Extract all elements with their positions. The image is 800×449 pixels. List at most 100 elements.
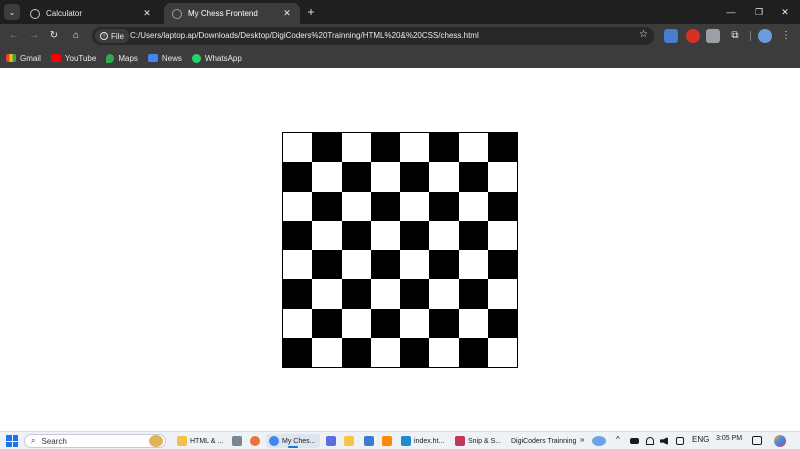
chess-square: [283, 220, 313, 250]
chess-square: [429, 162, 459, 192]
taskbar-clock[interactable]: 3:05 PM: [716, 435, 742, 442]
back-button[interactable]: ←: [6, 28, 22, 44]
weather-icon[interactable]: [592, 436, 606, 446]
chess-square: [283, 133, 313, 163]
copilot-icon[interactable]: [774, 435, 786, 447]
taskbar-item-snipping-tool[interactable]: Snip & S...: [452, 434, 504, 448]
chess-square: [341, 191, 371, 221]
close-tab-icon[interactable]: ✕: [282, 8, 292, 19]
app-icon[interactable]: [344, 436, 354, 446]
chess-square: [429, 279, 459, 309]
chess-square: [487, 279, 517, 309]
tab-my-chess-frontend[interactable]: My Chess Frontend ✕: [164, 3, 300, 24]
bookmark-gmail[interactable]: Gmail: [6, 54, 41, 63]
taskbar-item-label: My Ches...: [282, 437, 316, 445]
chess-square: [341, 279, 371, 309]
snipping-tool-icon: [455, 436, 465, 446]
page-viewport: [0, 70, 800, 432]
app-icon[interactable]: [326, 436, 336, 446]
windows-taskbar: ⌕ Search HTML & ... My Ches... index.ht.…: [0, 431, 800, 449]
address-bar[interactable]: i File C:/Users/laptop.ap/Downloads/Desk…: [92, 27, 654, 45]
taskbar-item-digicoders[interactable]: DigiCoders Trainning: [508, 434, 579, 448]
bookmark-news[interactable]: News: [147, 54, 182, 63]
taskbar-item-chrome[interactable]: My Ches...: [266, 434, 320, 448]
maps-icon: [106, 53, 115, 63]
chess-square: [458, 133, 488, 163]
youtube-icon: [50, 54, 61, 62]
chessboard: [282, 132, 518, 368]
chess-square: [458, 162, 488, 192]
chess-square: [400, 220, 430, 250]
browser-menu-icon[interactable]: ⋮: [780, 28, 792, 44]
chess-square: [283, 162, 313, 192]
bookmarks-bar: Gmail YouTube Maps News WhatsApp: [0, 48, 800, 68]
windows-start-icon[interactable]: [6, 435, 18, 447]
bookmark-maps[interactable]: Maps: [106, 53, 138, 63]
chess-square: [487, 191, 517, 221]
tab-search-button[interactable]: ⌄: [4, 4, 20, 20]
chess-square: [312, 337, 342, 367]
taskbar-item-explorer[interactable]: HTML & ...: [174, 434, 226, 448]
url-text[interactable]: C:/Users/laptop.ap/Downloads/Desktop/Dig…: [130, 31, 479, 40]
search-highlight-icon: [149, 435, 163, 447]
extensions-puzzle-icon[interactable]: ⧉: [728, 29, 742, 43]
app-icon[interactable]: [364, 436, 374, 446]
profile-avatar[interactable]: [758, 29, 772, 43]
volume-icon[interactable]: [660, 437, 668, 445]
taskbar-item-vscode[interactable]: index.ht...: [398, 434, 447, 448]
bookmark-youtube[interactable]: YouTube: [50, 54, 96, 63]
chess-square: [400, 133, 430, 163]
notifications-icon[interactable]: [752, 436, 762, 445]
taskbar-search-label: Search: [41, 436, 67, 446]
chess-square: [429, 220, 459, 250]
site-info-chip[interactable]: i File: [95, 29, 129, 43]
close-window-button[interactable]: ✕: [770, 4, 800, 20]
chess-square: [487, 250, 517, 280]
chess-square: [370, 133, 400, 163]
battery-icon[interactable]: [630, 438, 639, 444]
chess-square: [283, 191, 313, 221]
forward-button[interactable]: →: [26, 28, 42, 44]
chess-square: [458, 250, 488, 280]
news-icon: [147, 54, 158, 62]
pen-icon[interactable]: [676, 437, 684, 445]
vscode-icon: [401, 436, 411, 446]
extension-icon[interactable]: [706, 29, 720, 43]
chess-square: [458, 308, 488, 338]
chess-square: [429, 133, 459, 163]
minimize-button[interactable]: —: [716, 4, 746, 20]
taskbar-search-box[interactable]: ⌕ Search: [24, 434, 166, 448]
app-icon[interactable]: [232, 436, 242, 446]
app-icon[interactable]: [250, 436, 260, 446]
chess-square: [312, 162, 342, 192]
browser-toolbar: ← → ↻ ⌂ i File C:/Users/laptop.ap/Downlo…: [0, 24, 800, 48]
extension-icon[interactable]: [664, 29, 678, 43]
new-tab-button[interactable]: +: [304, 4, 318, 20]
chess-square: [283, 279, 313, 309]
chess-square: [400, 279, 430, 309]
language-indicator[interactable]: ENG: [692, 435, 709, 444]
chrome-icon: [269, 436, 279, 446]
chess-square: [400, 250, 430, 280]
chess-square: [341, 133, 371, 163]
chess-square: [429, 337, 459, 367]
bookmark-star-icon[interactable]: ☆: [639, 29, 648, 40]
folder-icon: [177, 436, 187, 446]
bookmark-whatsapp[interactable]: WhatsApp: [191, 53, 242, 63]
tray-chevron-icon[interactable]: ^: [616, 435, 620, 444]
bookmark-label: Gmail: [20, 53, 41, 63]
close-tab-icon[interactable]: ✕: [142, 8, 152, 19]
chess-square: [283, 337, 313, 367]
taskbar-item-label: DigiCoders Trainning: [511, 437, 577, 445]
extension-icon[interactable]: [686, 29, 700, 43]
chess-square: [458, 337, 488, 367]
taskbar-item-label: HTML & ...: [190, 437, 224, 445]
taskbar-overflow-icon[interactable]: »: [580, 435, 584, 444]
home-button[interactable]: ⌂: [68, 28, 84, 44]
tab-calculator[interactable]: Calculator ✕: [22, 3, 160, 24]
chess-square: [283, 308, 313, 338]
wifi-icon[interactable]: [646, 437, 654, 445]
reload-button[interactable]: ↻: [46, 28, 62, 44]
chess-square: [458, 220, 488, 250]
vlc-icon[interactable]: [382, 436, 392, 446]
